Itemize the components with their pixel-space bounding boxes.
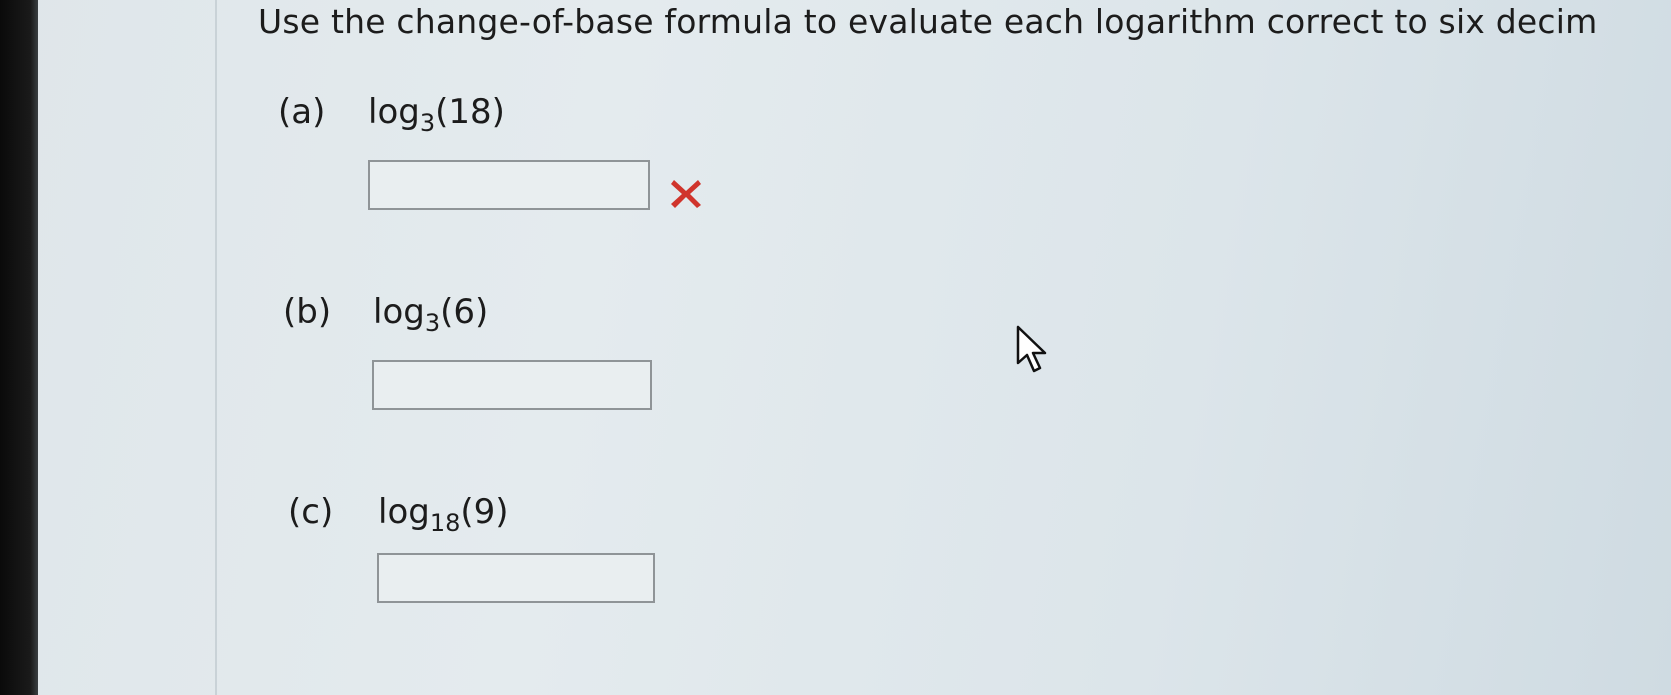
- part-a-answer-input[interactable]: [368, 160, 650, 210]
- part-a-base: 3: [419, 109, 436, 137]
- question-page: Use the change-of-base formula to evalua…: [0, 0, 1671, 695]
- part-c-prompt: (c) log18(9): [288, 492, 509, 537]
- part-c-arg: (9): [460, 492, 509, 532]
- part-a-func: log: [368, 92, 420, 132]
- x-mark-icon: [671, 180, 701, 208]
- part-b-base: 3: [424, 309, 441, 337]
- part-a-arg: (18): [435, 92, 505, 132]
- part-c-func: log: [378, 492, 430, 532]
- part-c-answer-input[interactable]: [377, 553, 655, 603]
- question-instruction: Use the change-of-base formula to evalua…: [258, 2, 1598, 41]
- part-a-prompt: (a) log3(18): [278, 92, 505, 137]
- part-b-arg: (6): [440, 292, 489, 332]
- part-b-func: log: [373, 292, 425, 332]
- part-b-prompt: (b) log3(6): [283, 292, 489, 337]
- part-c-base: 18: [429, 509, 461, 537]
- part-c-letter: (c): [288, 492, 334, 532]
- part-b-answer-input[interactable]: [372, 360, 652, 410]
- mouse-cursor-icon: [1016, 325, 1047, 373]
- part-b-letter: (b): [283, 292, 332, 332]
- part-a-letter: (a): [278, 92, 326, 132]
